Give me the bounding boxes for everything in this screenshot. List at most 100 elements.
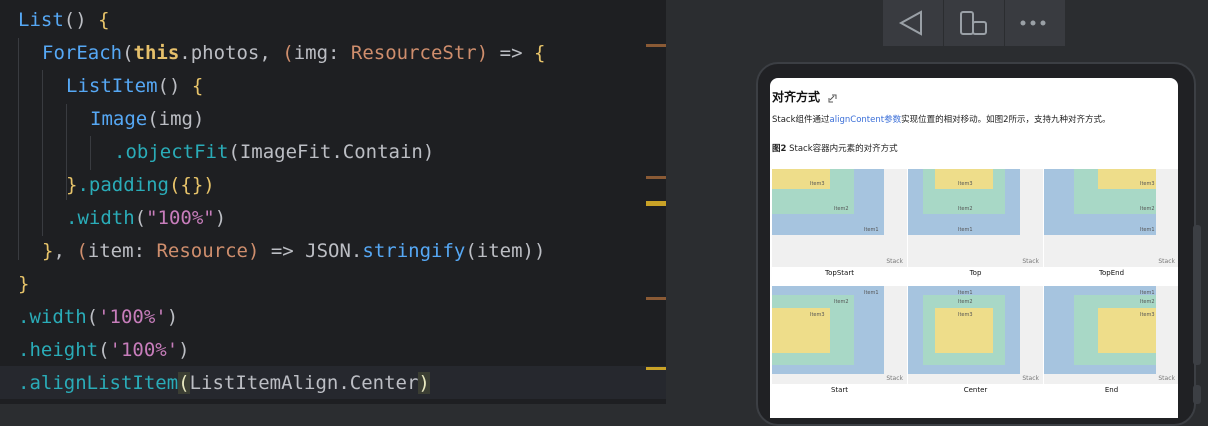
- code-token: ListItemAlign.Center: [189, 372, 419, 394]
- figure-cell-label: End: [1104, 386, 1119, 394]
- para-text: 实现位置的相对移动。如图2所示，支持九种对齐方式。: [901, 115, 1111, 125]
- code-token: (: [282, 42, 294, 64]
- more-icon: [1020, 20, 1046, 26]
- indent-guide: [42, 70, 43, 236]
- indent-guide: [90, 136, 91, 170]
- code-token: ): [247, 240, 271, 262]
- code-token: img: [293, 42, 329, 64]
- triangle-back-icon: [898, 10, 922, 36]
- code-token: (): [157, 75, 192, 97]
- code-token: (item)): [465, 240, 546, 262]
- code-token: .padding: [77, 174, 169, 196]
- code-token: (: [86, 306, 99, 328]
- stack-item-label: Item2: [958, 206, 973, 212]
- code-line[interactable]: .height('100%'): [0, 334, 666, 367]
- code-line[interactable]: .alignListItem(ListItemAlign.Center): [0, 367, 666, 400]
- scroll-marker: [646, 367, 666, 370]
- device-rotate-icon: [960, 11, 987, 35]
- code-line[interactable]: List() {: [0, 4, 666, 37]
- stack-item-label: Item2: [834, 299, 849, 305]
- code-token: ): [476, 42, 500, 64]
- stack-item-label: Item2: [834, 206, 849, 212]
- code-token: =>: [499, 42, 534, 64]
- code-token: ListItem: [66, 75, 158, 97]
- code-token: ResourceStr: [350, 42, 477, 64]
- stack-item-label: Item1: [864, 290, 879, 296]
- code-token: Resource: [156, 240, 248, 262]
- code-token: (): [63, 9, 99, 31]
- code-token: :: [133, 240, 157, 262]
- code-token: List: [18, 9, 64, 31]
- stack-item-label: Item3: [958, 311, 973, 318]
- stack-item-3: Item3: [1098, 169, 1156, 189]
- code-token: (ImageFit.Contain): [228, 141, 435, 163]
- code-line[interactable]: .width("100%"): [0, 202, 666, 235]
- device-side-button: [1193, 225, 1201, 365]
- indent-guide: [66, 104, 67, 200]
- figure-cell-label: Top: [969, 269, 982, 277]
- code-token: ({}): [168, 174, 215, 196]
- figure-cell: Item1 Item2 Item3 Stack: [772, 169, 907, 267]
- scroll-marker: [646, 297, 666, 300]
- stack-item-label: Item3: [1140, 181, 1155, 187]
- stack-label: Stack: [886, 258, 903, 265]
- device-rotate-button[interactable]: [944, 0, 1004, 46]
- code-line[interactable]: }: [0, 268, 666, 301]
- stack-label: Stack: [1158, 375, 1175, 382]
- figure-cell-label: TopStart: [825, 269, 854, 277]
- stack-item-label: Item2: [1140, 206, 1155, 212]
- figure-cell-label: TopEnd: [1098, 269, 1125, 277]
- code-token: }: [18, 273, 30, 295]
- code-token: Image: [90, 108, 148, 130]
- stack-label: Stack: [1022, 258, 1039, 265]
- stack-item-label: Item3: [1140, 311, 1155, 318]
- more-button[interactable]: [1005, 0, 1065, 46]
- stack-item-label: Item1: [864, 227, 879, 233]
- stack-item-label: Item3: [958, 181, 973, 187]
- code-token: ,: [53, 240, 77, 262]
- code-token: }: [66, 174, 78, 196]
- code-line[interactable]: ForEach(this.photos, (img: ResourceStr) …: [0, 37, 666, 70]
- stack-item-label: Item1: [958, 227, 973, 233]
- stack-item-3: Item3: [935, 307, 993, 353]
- code-token: }: [42, 240, 54, 262]
- code-line[interactable]: }, (item: Resource) => JSON.stringify(it…: [0, 235, 666, 268]
- code-token: '100%': [98, 306, 167, 328]
- code-token: ): [178, 339, 190, 361]
- code-line[interactable]: }.padding({}): [0, 169, 666, 202]
- figure-caption: 图2 Stack容器内元素的对齐方式: [772, 142, 898, 154]
- code-token: .photos,: [179, 42, 283, 64]
- code-editor[interactable]: List() {ForEach(this.photos, (img: Resou…: [0, 0, 666, 404]
- code-line[interactable]: Image(img): [0, 103, 666, 136]
- figure-cell: Item1 Item2 Item3 Stack: [1044, 169, 1178, 267]
- code-token: ): [418, 372, 430, 394]
- figure-cell-label: Center: [963, 386, 988, 394]
- code-token: {: [191, 75, 204, 97]
- stack-item-3: Item3: [772, 307, 830, 353]
- doc-title: 对齐方式: [772, 88, 839, 105]
- align-content-link[interactable]: alignContent参数: [830, 115, 902, 125]
- figure-cell-label: Start: [830, 386, 849, 394]
- scroll-marker: [646, 201, 666, 206]
- code-token: => JSON.: [270, 240, 363, 262]
- code-token: ): [166, 306, 179, 328]
- back-button[interactable]: [883, 0, 943, 46]
- code-token: this: [133, 42, 180, 64]
- code-token: (: [76, 240, 88, 262]
- link-icon[interactable]: [827, 93, 839, 103]
- stack-item-3: Item3: [935, 169, 993, 189]
- stack-item-label: Item3: [810, 181, 825, 187]
- code-token: (: [134, 207, 147, 229]
- code-token: .alignListItem: [18, 372, 179, 394]
- code-line[interactable]: .width('100%'): [0, 301, 666, 334]
- device-screen[interactable]: 对齐方式 Stack组件通过alignContent参数实现位置的相对移动。如图…: [770, 78, 1178, 418]
- previewer-toolbar: [883, 0, 1065, 46]
- figure-cell: Item1 Item2 Item3 Stack: [908, 286, 1043, 384]
- stack-item-3: Item3: [772, 169, 830, 189]
- code-token: ): [214, 207, 227, 229]
- code-line[interactable]: ListItem() {: [0, 70, 666, 103]
- figure-cell: Item1 Item2 Item3 Stack: [1044, 286, 1178, 384]
- code-token: {: [533, 42, 546, 64]
- code-line[interactable]: .objectFit(ImageFit.Contain): [0, 136, 666, 169]
- stack-item-3: Item3: [1098, 307, 1156, 353]
